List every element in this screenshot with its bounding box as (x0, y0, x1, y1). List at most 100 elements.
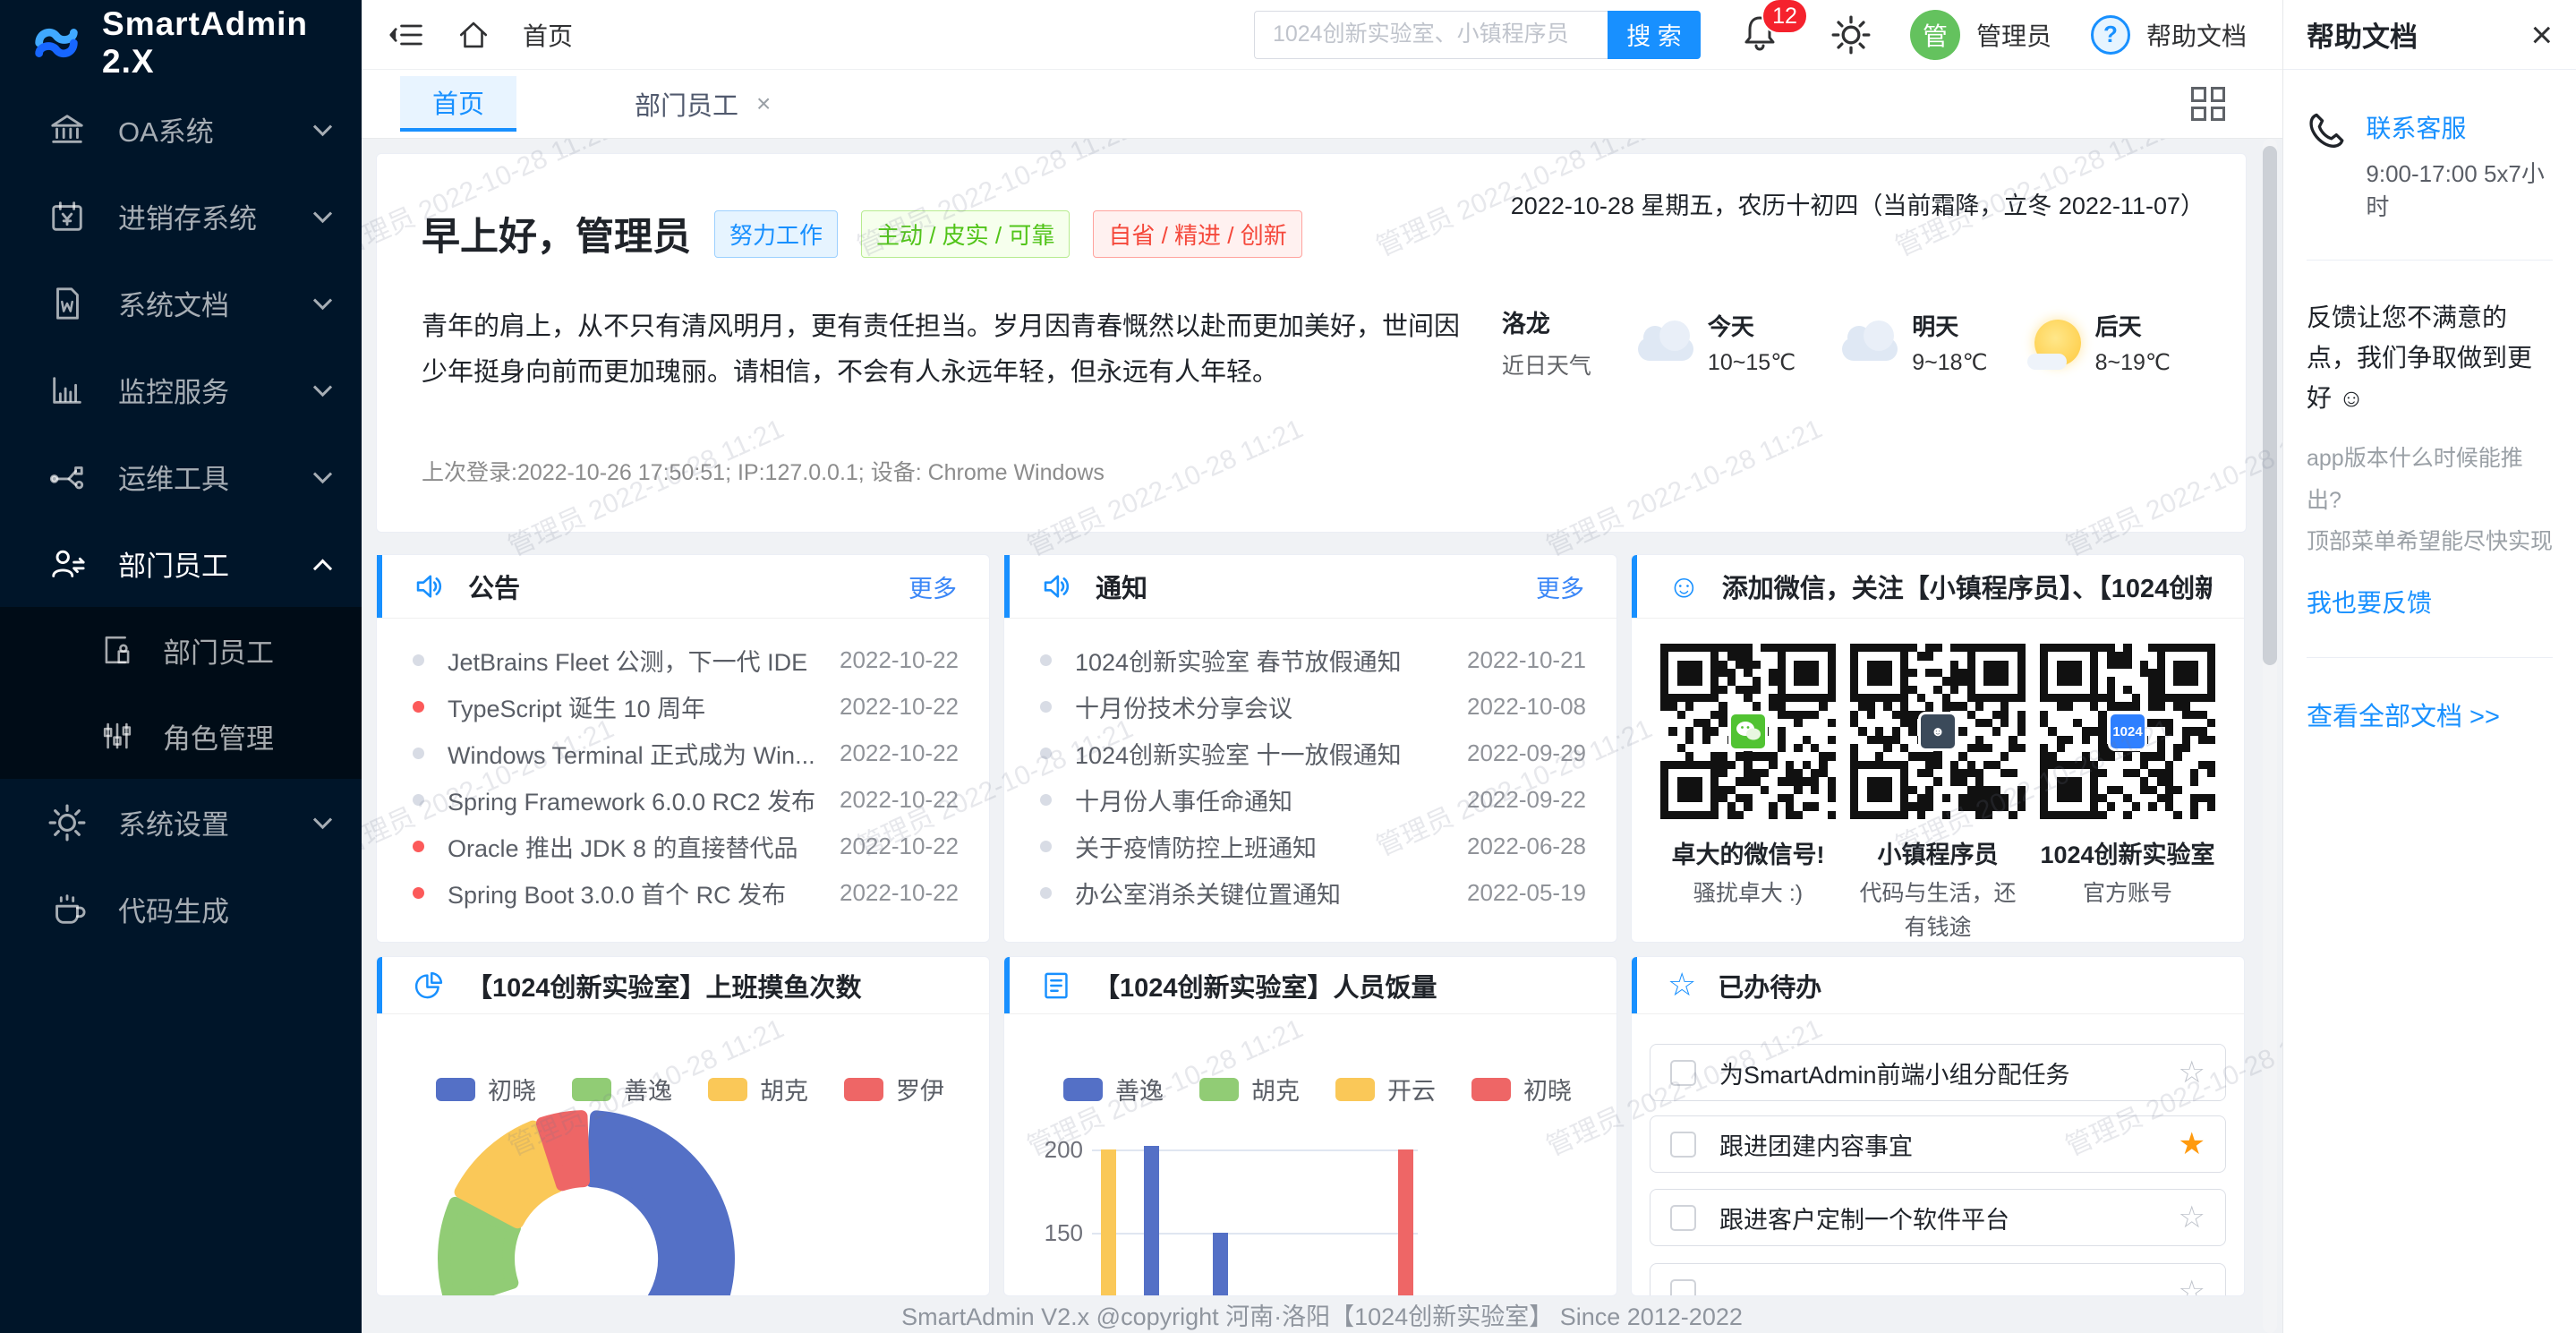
user-menu[interactable]: 管 管理员 (1910, 10, 2051, 60)
todo-checkbox[interactable] (1670, 1060, 1696, 1086)
help-docs-button[interactable]: ? 帮助文档 (2091, 15, 2247, 55)
meals-bar-card: 【1024创新实验室】人员饭量 善逸 胡克 开云 初晓 200 150 (1003, 956, 1617, 1296)
settings-gear-icon[interactable] (1831, 15, 1871, 55)
todo-card: ☆ 已办待办 为SmartAdmin前端小组分配任务 ☆ 跟进团建内容事宜 ★ … (1631, 956, 2245, 1296)
list-item[interactable]: Spring Boot 3.0.0 首个 RC 发布2022-10-22 (377, 869, 989, 916)
home-icon[interactable] (456, 18, 490, 52)
list-item[interactable]: Oracle 推出 JDK 8 的直接替代品2022-10-22 (377, 823, 989, 869)
chevron-down-icon (313, 204, 332, 223)
question-circle-icon: ? (2091, 15, 2130, 55)
todo-item[interactable]: ☆ (1650, 1263, 2226, 1295)
status-dot (1040, 841, 1052, 852)
give-feedback-link[interactable]: 我也要反馈 (2307, 584, 2553, 620)
item-date: 2022-10-22 (840, 879, 959, 907)
sidebar-submenu: 部门员工 角色管理 (0, 607, 362, 779)
list-item[interactable]: 办公室消杀关键位置通知2022-05-19 (1004, 869, 1616, 916)
todo-star-icon[interactable]: ☆ (2179, 1274, 2205, 1295)
sidebar-item-ops[interactable]: 运维工具 (0, 433, 362, 520)
status-dot (413, 748, 424, 759)
notifications-bell[interactable]: 12 (1740, 13, 1792, 56)
tab-close-icon[interactable]: × (756, 90, 771, 118)
todo-item[interactable]: 跟进客户定制一个软件平台 ☆ (1650, 1189, 2226, 1246)
sidebar-item-employees[interactable]: 部门员工 (0, 520, 362, 607)
donut-segment-初晓[interactable] (592, 1116, 729, 1295)
status-dot (1040, 794, 1052, 806)
chevron-down-icon (313, 378, 332, 397)
search-input[interactable] (1254, 11, 1608, 59)
more-link[interactable]: 更多 (1536, 569, 1584, 604)
sidebar-item-oa[interactable]: OA系统 (0, 86, 362, 173)
todo-item[interactable]: 跟进团建内容事宜 ★ (1650, 1115, 2226, 1173)
bar-善逸[interactable] (1213, 1233, 1228, 1295)
item-date: 2022-10-22 (840, 646, 959, 674)
item-date: 2022-06-28 (1467, 833, 1586, 860)
breadcrumb[interactable]: 首页 (523, 17, 573, 53)
item-date: 2022-10-22 (840, 739, 959, 767)
sidebar-item-monitor[interactable]: 监控服务 (0, 346, 362, 433)
support-hours: 9:00-17:00 5x7小时 (2366, 156, 2553, 222)
item-text: 办公室消杀关键位置通知 (1075, 876, 1467, 910)
contact-support-link[interactable]: 联系客服 (2366, 109, 2553, 145)
todo-star-icon[interactable]: ★ (2179, 1126, 2205, 1162)
sidebar-item-label: 系统设置 (118, 802, 284, 842)
list-item[interactable]: 十月份人事任命通知2022-09-22 (1004, 776, 1616, 823)
list-item[interactable]: 1024创新实验室 十一放假通知2022-09-29 (1004, 730, 1616, 776)
tab-layout-grid-icon[interactable] (2191, 87, 2225, 121)
help-panel-title: 帮助文档 (2307, 14, 2530, 55)
list-item[interactable]: TypeScript 诞生 10 周年2022-10-22 (377, 683, 989, 730)
status-dot (1040, 887, 1052, 899)
card-title: 通知 (1096, 568, 1514, 605)
main-scrollbar-thumb[interactable] (2263, 146, 2277, 665)
bar-初晓[interactable] (1398, 1149, 1413, 1295)
todo-item[interactable]: 为SmartAdmin前端小组分配任务 ☆ (1650, 1044, 2226, 1101)
brand-logo-icon (30, 16, 82, 70)
menu-fold-icon[interactable] (388, 17, 424, 53)
todo-star-icon[interactable]: ☆ (2179, 1200, 2205, 1235)
status-dot (1040, 701, 1052, 713)
tab-home[interactable]: 首页 (400, 76, 516, 132)
bar-善逸[interactable] (1144, 1146, 1159, 1295)
sidebar-subitem-employees[interactable]: 部门员工 (0, 607, 362, 693)
todo-text: 跟进团建内容事宜 (1719, 1127, 2179, 1162)
bar-开云[interactable] (1101, 1149, 1116, 1295)
list-item[interactable]: 关于疫情防控上班通知2022-06-28 (1004, 823, 1616, 869)
item-text: Windows Terminal 正式成为 Win... (448, 736, 840, 771)
item-text: 1024创新实验室 十一放假通知 (1075, 736, 1467, 771)
more-link[interactable]: 更多 (908, 569, 957, 604)
chevron-down-icon (313, 465, 332, 483)
announcement-list: JetBrains Fleet 公测，下一代 IDE2022-10-22 Typ… (377, 619, 989, 916)
close-icon[interactable]: × (2530, 16, 2553, 54)
qr-code (1660, 644, 1836, 819)
weather-widget: 洛龙 近日天气 今天 10~15℃ 明天 9~18℃ 后 (1502, 304, 2171, 380)
card-title: 已办待办 (1718, 967, 2212, 1004)
list-item[interactable]: 十月份技术分享会议2022-10-08 (1004, 683, 1616, 730)
todo-checkbox[interactable] (1670, 1132, 1696, 1158)
tab-employees[interactable]: 部门员工 × (602, 76, 803, 132)
qr-column: 1024 1024创新实验室 官方账号 (2038, 644, 2217, 943)
sidebar-item-codegen[interactable]: 代码生成 (0, 866, 362, 953)
list-item[interactable]: Windows Terminal 正式成为 Win...2022-10-22 (377, 730, 989, 776)
weather-day-name: 今天 (1708, 309, 1796, 342)
sidebar-item-docs[interactable]: 系统文档 (0, 260, 362, 346)
todo-checkbox[interactable] (1670, 1205, 1696, 1231)
tag-proactive: 主动 / 皮实 / 可靠 (861, 210, 1070, 258)
list-item[interactable]: JetBrains Fleet 公测，下一代 IDE2022-10-22 (377, 637, 989, 683)
help-panel: 帮助文档 × 联系客服 9:00-17:00 5x7小时 反馈让您不满意的点，我… (2282, 0, 2576, 1333)
todo-star-icon[interactable]: ☆ (2179, 1055, 2205, 1090)
sidebar-subitem-label: 角色管理 (163, 716, 274, 756)
sidebar-item-erp[interactable]: 进销存系统 (0, 173, 362, 260)
card-title: 添加微信，关注【小镇程序员】、【1024创新实验室】 (1722, 568, 2212, 605)
sidebar-item-settings[interactable]: 系统设置 (0, 779, 362, 866)
main-content: 2022-10-28 星期五，农历十初四（当前霜降，立冬 2022-11-07）… (362, 139, 2282, 1333)
todo-checkbox[interactable] (1670, 1279, 1696, 1296)
wechat-card: ☺ 添加微信，关注【小镇程序员】、【1024创新实验室】 卓大的微信号! 骚扰卓… (1631, 554, 2245, 943)
sidebar-subitem-roles[interactable]: 角色管理 (0, 693, 362, 779)
app-logo[interactable]: SmartAdmin 2.X (0, 0, 362, 86)
search-button[interactable]: 搜 索 (1608, 11, 1701, 59)
topbar: 首页 搜 索 12 管 管理员 ? 帮助文档 (362, 0, 2282, 70)
list-item[interactable]: Spring Framework 6.0.0 RC2 发布2022-10-22 (377, 776, 989, 823)
item-date: 2022-10-22 (840, 786, 959, 814)
list-item[interactable]: 1024创新实验室 春节放假通知2022-10-21 (1004, 637, 1616, 683)
all-docs-link[interactable]: 查看全部文档 >> (2307, 696, 2553, 733)
cloud-icon (1638, 338, 1693, 361)
